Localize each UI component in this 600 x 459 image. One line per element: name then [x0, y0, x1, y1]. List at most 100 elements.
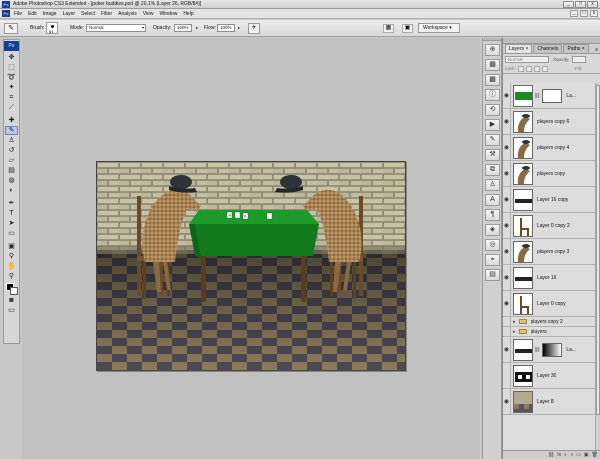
visibility-eye-icon[interactable]: ◉ [503, 265, 511, 290]
mode-select[interactable]: Normal ▾ [86, 24, 146, 32]
shape-tool-icon[interactable]: ▭ [5, 229, 18, 238]
doc-minimize-button[interactable]: _ [570, 10, 578, 17]
visibility-eye-icon[interactable]: ◉ [503, 135, 511, 160]
hand-tool-icon[interactable]: ✋ [5, 262, 18, 271]
layer-row[interactable]: ◉ players copy [503, 161, 600, 187]
layers-scroll-thumb[interactable] [596, 85, 600, 415]
menu-window[interactable]: Window [160, 11, 178, 17]
lock-position-icon[interactable] [533, 65, 540, 72]
blur-tool-icon[interactable]: ◍ [5, 176, 18, 185]
document-canvas[interactable] [96, 161, 406, 371]
visibility-eye-icon[interactable]: ◉ [503, 239, 511, 264]
history-icon[interactable]: ⟲ [485, 104, 500, 116]
zoom-tool-icon[interactable]: ⚲ [5, 272, 18, 281]
layer-row[interactable]: ◉ players copy 6 [503, 109, 600, 135]
layer-row[interactable]: ◉ Layer 0 copy [503, 291, 600, 317]
panel-menu-icon[interactable]: ≡ [595, 47, 598, 53]
visibility-eye-icon[interactable]: ◉ [503, 161, 511, 186]
layer-thumbnail[interactable] [513, 162, 533, 185]
visibility-eye-icon[interactable]: ◉ [503, 109, 511, 134]
menu-select[interactable]: Select [81, 11, 95, 17]
visibility-eye-icon[interactable]: ◉ [503, 83, 511, 108]
menu-view[interactable]: View [143, 11, 154, 17]
close-button[interactable]: x [587, 1, 598, 8]
path-select-icon[interactable]: ➤ [5, 219, 18, 228]
layer-opacity-field[interactable] [571, 55, 586, 63]
menu-edit[interactable]: Edit [28, 11, 37, 17]
flow-field[interactable]: 100% [217, 24, 235, 32]
layer-row[interactable]: ◉ Layer 16 copy [503, 187, 600, 213]
character-icon[interactable]: A [485, 194, 500, 206]
color-icon[interactable]: ▦ [485, 59, 500, 71]
layer-row[interactable]: ◉ Layer 16 [503, 265, 600, 291]
workspace-menu[interactable]: Workspace ▾ [418, 23, 460, 33]
notes-tool-icon[interactable]: ▣ [5, 242, 18, 251]
lock-all-icon[interactable] [541, 65, 548, 72]
move-tool-icon[interactable]: ✥ [5, 53, 18, 62]
gradient-tool-icon[interactable]: ▤ [5, 166, 18, 175]
minimize-button[interactable]: _ [563, 1, 574, 8]
layer-row[interactable]: ◉ players copy 3 [503, 239, 600, 265]
dodge-tool-icon[interactable]: ◐ [5, 186, 18, 195]
doc-close-button[interactable]: x [590, 10, 598, 17]
visibility-eye-icon[interactable] [503, 363, 511, 388]
marquee-tool-icon[interactable]: ⬚ [5, 63, 18, 72]
menu-filter[interactable]: Filter [101, 11, 112, 17]
trash-icon[interactable]: 🗑 [592, 452, 598, 458]
new-layer-icon[interactable]: ▣ [584, 452, 589, 458]
menu-analysis[interactable]: Analysis [118, 11, 137, 17]
layer-thumbnail[interactable] [513, 214, 533, 237]
visibility-eye-icon[interactable] [503, 327, 511, 336]
layer-comps-icon[interactable]: ⧉ [485, 164, 500, 176]
clone-stamp-icon[interactable]: ♙ [5, 136, 18, 145]
layer-row[interactable]: ◉ ⛓ La... [503, 337, 600, 363]
canvas-area[interactable] [22, 38, 480, 459]
layer-thumbnail[interactable] [513, 292, 533, 315]
photoshop-logo[interactable]: Ps [4, 41, 19, 51]
new-group-icon[interactable]: ▭ [576, 452, 581, 458]
opacity-arrow-icon[interactable]: ▸ [196, 25, 198, 30]
masks-icon[interactable]: ◎ [485, 239, 500, 251]
history-brush-icon[interactable]: ↺ [5, 146, 18, 155]
eyedropper-icon[interactable]: ⚲ [5, 252, 18, 261]
group-expand-icon[interactable]: ▸ [513, 329, 516, 335]
blend-mode-select[interactable]: Normal [505, 55, 549, 63]
layer-thumbnail[interactable] [513, 136, 533, 159]
visibility-eye-icon[interactable] [503, 317, 511, 326]
maximize-button[interactable]: □ [575, 1, 586, 8]
layer-row[interactable]: Layer 30 [503, 363, 600, 389]
brush-tool-icon[interactable]: ✎ [5, 126, 18, 135]
visibility-eye-icon[interactable]: ◉ [503, 187, 511, 212]
palette-well-button[interactable]: ▣ [402, 24, 413, 33]
menu-help[interactable]: Help [183, 11, 193, 17]
eraser-tool-icon[interactable]: ▱ [5, 156, 18, 165]
info-icon[interactable]: ⓘ [485, 89, 500, 101]
layer-thumbnail[interactable] [513, 338, 533, 361]
bridge-button[interactable]: ▦ [383, 24, 394, 33]
tab-layers[interactable]: Layers × [505, 44, 533, 53]
paragraph-icon[interactable]: ¶ [485, 209, 500, 221]
tool-preset-picker[interactable]: ✎ [4, 23, 18, 34]
menu-layer[interactable]: Layer [63, 11, 76, 17]
healing-brush-icon[interactable]: ✚ [5, 116, 18, 125]
layer-row[interactable]: ◉ Layer 0 copy 2 [503, 213, 600, 239]
brush-picker[interactable]: 64 [46, 22, 58, 34]
dock-grip[interactable] [483, 38, 501, 41]
tool-presets-icon[interactable]: ⚒ [485, 149, 500, 161]
pen-tool-icon[interactable]: ✒ [5, 199, 18, 208]
group-expand-icon[interactable]: ▸ [513, 319, 516, 325]
layer-thumbnail[interactable] [513, 110, 533, 133]
brushes-icon[interactable]: ✎ [485, 134, 500, 146]
quick-mask-icon[interactable]: ◙ [5, 296, 18, 305]
visibility-eye-icon[interactable]: ◉ [503, 291, 511, 316]
layer-mask-thumbnail[interactable] [542, 342, 563, 357]
crop-tool-icon[interactable]: ⌗ [5, 93, 18, 102]
lock-pixels-icon[interactable] [525, 65, 532, 72]
menu-file[interactable]: File [14, 11, 22, 17]
layer-row[interactable]: ◉ Layer 8 [503, 389, 600, 415]
background-color[interactable] [10, 287, 18, 295]
screen-mode-icon[interactable]: ▭ [5, 306, 18, 315]
opacity-field[interactable]: 100% [174, 24, 192, 32]
tab-paths[interactable]: Paths × [563, 44, 589, 53]
clone-source-icon[interactable]: ♙ [485, 179, 500, 191]
